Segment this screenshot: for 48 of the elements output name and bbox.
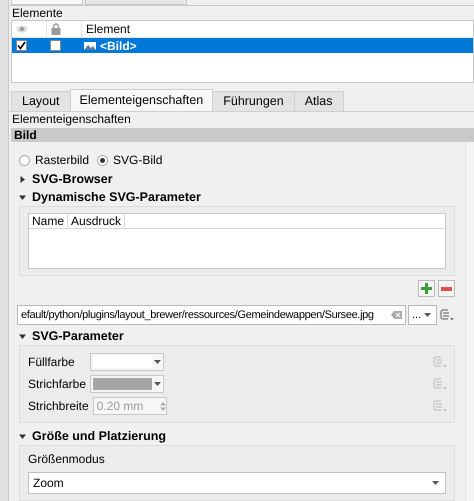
field-label: Strichbreite: [28, 399, 89, 413]
dropdown-arrow-icon[interactable]: [432, 480, 439, 486]
collapse-arrow-icon[interactable]: [19, 332, 26, 340]
field-label: Größenmodus: [28, 452, 106, 466]
image-icon: [84, 42, 96, 50]
radio-option[interactable]: Rasterbild: [19, 153, 90, 167]
visibility-checkbox[interactable]: [16, 40, 27, 52]
minus-icon: [441, 286, 452, 290]
expand-arrow-icon[interactable]: [19, 176, 26, 182]
remove-button[interactable]: [438, 280, 455, 297]
size-mode-dropdown[interactable]: Zoom: [28, 472, 446, 494]
lock-checkbox[interactable]: [50, 40, 61, 52]
dropdown-arrow-icon[interactable]: [154, 382, 162, 386]
tab[interactable]: Elementeigenschaften: [70, 88, 214, 111]
column-header: Name: [29, 214, 68, 228]
element-name: <Bild>: [100, 38, 137, 53]
group-title[interactable]: Größe und Platzierung: [32, 429, 166, 443]
tab[interactable]: Atlas: [294, 90, 344, 111]
browse-button[interactable]: ...: [408, 305, 437, 325]
lock-icon: [51, 23, 61, 36]
radio-option[interactable]: SVG-Bild: [97, 153, 162, 167]
section-header: Bild: [11, 128, 474, 142]
color-button[interactable]: [90, 353, 164, 371]
panel-title: Elementeigenschaften: [11, 112, 132, 126]
spin-arrows-icon[interactable]: [160, 402, 166, 410]
field-label: Strichfarbe: [28, 377, 86, 391]
tab[interactable]: Führungen: [212, 90, 295, 111]
add-button[interactable]: [418, 280, 435, 297]
clear-icon[interactable]: [391, 311, 402, 319]
dropdown-arrow-icon[interactable]: [424, 312, 432, 318]
collapse-arrow-icon[interactable]: [19, 194, 26, 200]
column-header: Ausdruck: [68, 214, 126, 228]
collapse-arrow-icon[interactable]: [19, 432, 26, 440]
group-title[interactable]: SVG-Browser: [32, 172, 113, 186]
tab[interactable]: Layout: [11, 90, 71, 111]
color-button[interactable]: [90, 375, 164, 393]
radio-dot-icon[interactable]: [100, 158, 106, 162]
eye-icon: [16, 25, 28, 34]
field-label: Füllfarbe: [28, 355, 76, 369]
group-title[interactable]: Dynamische SVG-Parameter: [32, 190, 201, 204]
group-title[interactable]: SVG-Parameter: [32, 329, 124, 343]
panel-title: Elemente: [11, 6, 64, 20]
file-path-field[interactable]: efault/python/plugins/layout_brewer/ressources/Gemeindewappen/Sursee.jpg: [17, 305, 406, 325]
plus-icon: [421, 283, 432, 294]
column-header: Element: [86, 22, 130, 36]
dropdown-arrow-icon[interactable]: [154, 360, 161, 364]
tree-row[interactable]: <Bild>: [12, 38, 473, 54]
data-defined-override-icon[interactable]: [439, 309, 455, 321]
